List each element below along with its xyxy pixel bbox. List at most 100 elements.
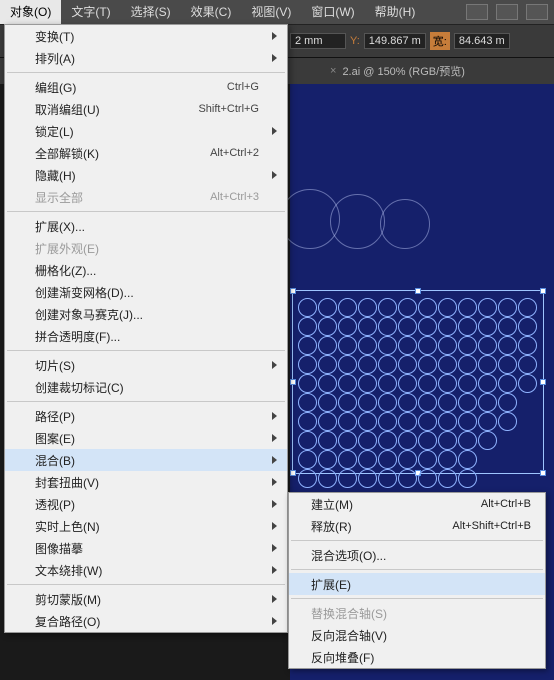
separator (291, 569, 543, 570)
artwork-circle (398, 412, 417, 431)
menu-label: 复合路径(O) (35, 613, 100, 630)
artwork-circle (438, 450, 457, 469)
x-field[interactable]: 2 mm (290, 33, 346, 49)
menu-row[interactable]: 实时上色(N) (5, 515, 287, 537)
artwork-circle (438, 317, 457, 336)
separator (7, 72, 285, 73)
artwork-circle (378, 336, 397, 355)
toolbar-icon[interactable] (526, 4, 548, 20)
selection-handle[interactable] (540, 470, 546, 476)
artwork-circle (318, 450, 337, 469)
selection-handle[interactable] (290, 470, 296, 476)
close-icon[interactable]: × (330, 65, 336, 77)
y-label: Y: (350, 35, 360, 47)
menu-row[interactable]: 释放(R)Alt+Shift+Ctrl+B (289, 515, 545, 537)
selection-handle[interactable] (290, 379, 296, 385)
menu-item[interactable]: 文字(T) (61, 0, 120, 24)
artwork-circle (358, 450, 377, 469)
artwork-circle (438, 393, 457, 412)
artwork-circle (358, 393, 377, 412)
object-menu[interactable]: 变换(T)排列(A) 编组(G)Ctrl+G取消编组(U)Shift+Ctrl+G… (4, 24, 288, 633)
y-field[interactable]: 149.867 m (364, 33, 426, 49)
artwork-circle (298, 374, 317, 393)
menu-row[interactable]: 封套扭曲(V) (5, 471, 287, 493)
artwork-circle (338, 298, 357, 317)
menu-row[interactable]: 创建渐变网格(D)... (5, 281, 287, 303)
menu-row[interactable]: 切片(S) (5, 354, 287, 376)
selection-handle[interactable] (540, 379, 546, 385)
w-field[interactable]: 84.643 m (454, 33, 510, 49)
menu-row[interactable]: 栅格化(Z)... (5, 259, 287, 281)
menu-label: 剪切蒙版(M) (35, 591, 101, 608)
menu-row[interactable]: 文本绕排(W) (5, 559, 287, 581)
artwork-circle (478, 374, 497, 393)
toolbar-icon[interactable] (496, 4, 518, 20)
separator (7, 401, 285, 402)
artwork-circle (458, 412, 477, 431)
menu-row[interactable]: 图案(E) (5, 427, 287, 449)
artwork-circle (318, 355, 337, 374)
menu-label: 混合(B) (35, 452, 75, 469)
menu-label: 编组(G) (35, 79, 76, 96)
document-tab[interactable]: 2.ai @ 150% (RGB/预览) (342, 63, 464, 79)
artwork-circle (518, 317, 537, 336)
menu-row[interactable]: 扩展(E) (289, 573, 545, 595)
menu-row[interactable]: 拼合透明度(F)... (5, 325, 287, 347)
menu-row[interactable]: 锁定(L) (5, 120, 287, 142)
menu-item[interactable]: 选择(S) (121, 0, 181, 24)
menu-row[interactable]: 编组(G)Ctrl+G (5, 76, 287, 98)
artwork-circle (318, 374, 337, 393)
menu-row[interactable]: 混合选项(O)... (289, 544, 545, 566)
menu-row[interactable]: 图像描摹 (5, 537, 287, 559)
menu-row[interactable]: 扩展(X)... (5, 215, 287, 237)
menu-item[interactable]: 效果(C) (181, 0, 242, 24)
menu-row[interactable]: 反向混合轴(V) (289, 624, 545, 646)
artwork-circle (298, 317, 317, 336)
artwork-circle (358, 355, 377, 374)
artwork-circle (318, 298, 337, 317)
menu-row[interactable]: 路径(P) (5, 405, 287, 427)
menu-row[interactable]: 取消编组(U)Shift+Ctrl+G (5, 98, 287, 120)
artwork-circle (318, 412, 337, 431)
menu-row[interactable]: 透视(P) (5, 493, 287, 515)
menu-row[interactable]: 剪切蒙版(M) (5, 588, 287, 610)
menu-row[interactable]: 创建对象马赛克(J)... (5, 303, 287, 325)
artwork-circle (358, 412, 377, 431)
menu-row[interactable]: 全部解锁(K)Alt+Ctrl+2 (5, 142, 287, 164)
artwork-circle (358, 374, 377, 393)
menu-label: 扩展外观(E) (35, 240, 99, 257)
toolbar-icon[interactable] (466, 4, 488, 20)
menu-item[interactable]: 窗口(W) (301, 0, 364, 24)
menu-item[interactable]: 对象(O) (0, 0, 61, 24)
menu-row[interactable]: 反向堆叠(F) (289, 646, 545, 668)
menu-row[interactable]: 变换(T) (5, 25, 287, 47)
selection-handle[interactable] (415, 288, 421, 294)
artwork-circle (498, 336, 517, 355)
menu-row[interactable]: 建立(M)Alt+Ctrl+B (289, 493, 545, 515)
menu-shortcut: Alt+Ctrl+B (481, 498, 531, 510)
artwork-circle (458, 298, 477, 317)
menu-row[interactable]: 混合(B) (5, 449, 287, 471)
separator (7, 211, 285, 212)
menu-row[interactable]: 排列(A) (5, 47, 287, 69)
artwork-circle (358, 336, 377, 355)
selection-handle[interactable] (290, 288, 296, 294)
menu-label: 图案(E) (35, 430, 75, 447)
menu-item[interactable]: 帮助(H) (365, 0, 426, 24)
artwork-circle (298, 469, 317, 488)
artwork-circle (438, 469, 457, 488)
menu-shortcut: Alt+Shift+Ctrl+B (452, 520, 531, 532)
menu-row[interactable]: 复合路径(O) (5, 610, 287, 632)
menu-label: 透视(P) (35, 496, 75, 513)
selection-handle[interactable] (540, 288, 546, 294)
artwork-circle (438, 374, 457, 393)
artwork-circle (298, 298, 317, 317)
menu-row[interactable]: 隐藏(H) (5, 164, 287, 186)
blend-submenu[interactable]: 建立(M)Alt+Ctrl+B释放(R)Alt+Shift+Ctrl+B 混合选项… (288, 492, 546, 669)
artwork-circle (478, 393, 497, 412)
menu-label: 图像描摹 (35, 540, 83, 557)
menu-item[interactable]: 视图(V) (241, 0, 301, 24)
menu-label: 创建对象马赛克(J)... (35, 306, 143, 323)
artwork-circle (418, 317, 437, 336)
menu-row[interactable]: 创建裁切标记(C) (5, 376, 287, 398)
